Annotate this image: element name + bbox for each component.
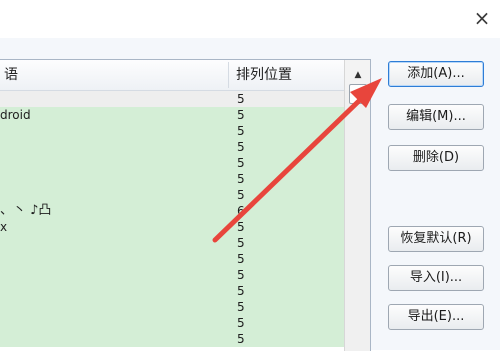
table-row[interactable]: 5 (0, 123, 344, 139)
row-position: 5 (237, 124, 245, 138)
table-row[interactable]: 5 (0, 235, 344, 251)
table-row[interactable]: 、丶 ♪凸 6 (0, 203, 344, 219)
list-header: 语 排列位置 (0, 60, 344, 91)
add-button[interactable]: 添加(A)... (388, 61, 484, 87)
table-row[interactable]: 5 (0, 171, 344, 187)
row-position: 5 (237, 108, 245, 122)
emoticon-list[interactable]: 语 排列位置 5 droid 5 5 5 5 5 5 、丶 ♪凸 6 x5 5 5 … (0, 59, 371, 351)
row-position: 5 (237, 188, 245, 202)
close-icon[interactable]: × (470, 6, 494, 30)
row-position: 5 (237, 284, 245, 298)
table-row[interactable]: 5 (0, 299, 344, 315)
row-position: 5 (237, 316, 245, 330)
row-position: 5 (237, 220, 245, 234)
table-row[interactable]: 5 (0, 91, 344, 107)
row-position: 5 (237, 140, 245, 154)
row-position: 5 (237, 156, 245, 170)
table-row[interactable]: 5 (0, 283, 344, 299)
row-position: 5 (237, 300, 245, 314)
row-name: 、丶 ♪凸 (0, 203, 52, 218)
import-button[interactable]: 导入(I)... (388, 265, 484, 291)
table-row[interactable]: x5 (0, 219, 344, 235)
row-position: 5 (237, 92, 245, 106)
table-row[interactable]: droid 5 (0, 107, 344, 123)
vertical-scrollbar[interactable]: ▲ (344, 60, 370, 351)
row-position: 6 (237, 204, 245, 218)
row-name: droid (0, 108, 31, 122)
table-row[interactable]: 5 (0, 139, 344, 155)
row-position: 5 (237, 252, 245, 266)
row-position: 5 (237, 172, 245, 186)
row-position: 5 (237, 236, 245, 250)
column-header-name[interactable]: 语 (4, 60, 18, 90)
table-row[interactable]: 5 (0, 331, 344, 347)
delete-button[interactable]: 删除(D) (388, 145, 484, 171)
edit-button[interactable]: 编辑(M)... (388, 104, 484, 130)
list-rows: 5 droid 5 5 5 5 5 5 、丶 ♪凸 6 x5 5 5 5 5 5 5… (0, 91, 344, 351)
table-row[interactable]: 5 (0, 251, 344, 267)
table-row[interactable]: 5 (0, 267, 344, 283)
dialog-titlebar: × (0, 0, 500, 38)
row-position: 5 (237, 332, 245, 346)
table-row[interactable]: 5 (0, 187, 344, 203)
column-divider[interactable] (228, 62, 229, 88)
restore-defaults-button[interactable]: 恢复默认(R) (388, 226, 484, 252)
export-button[interactable]: 导出(E)... (388, 304, 484, 330)
scroll-thumb[interactable] (349, 84, 367, 104)
row-name: x (0, 220, 8, 234)
table-row[interactable]: 5 (0, 315, 344, 331)
table-row[interactable]: 5 (0, 155, 344, 171)
column-header-position[interactable]: 排列位置 (236, 60, 292, 90)
row-position: 5 (237, 268, 245, 282)
